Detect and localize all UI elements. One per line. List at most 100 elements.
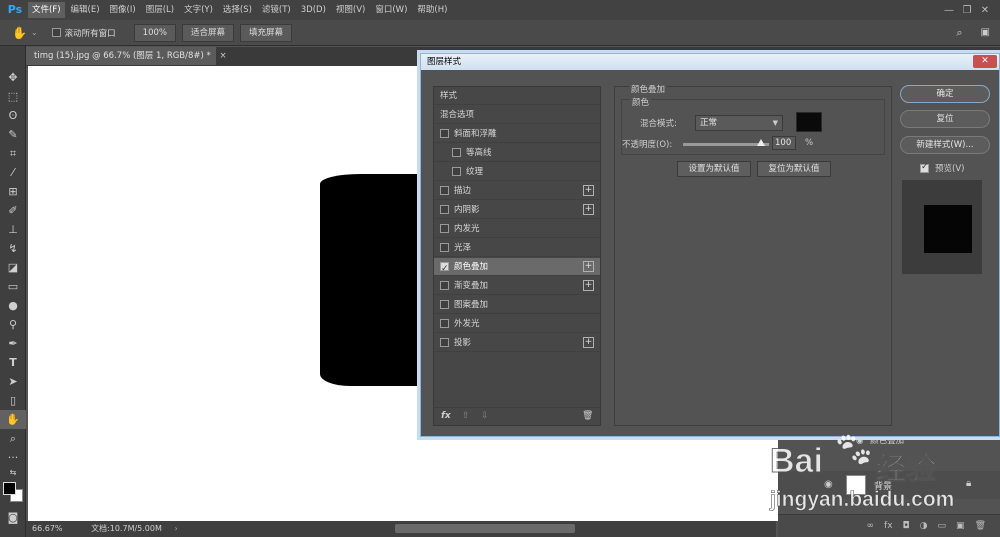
trash-icon[interactable]: 🗑 bbox=[582, 411, 593, 421]
dodge-tool-icon[interactable]: ⚲ bbox=[0, 315, 26, 334]
minimize-icon[interactable]: — bbox=[940, 5, 958, 16]
style-item[interactable]: 外发光 bbox=[434, 315, 600, 333]
dialog-title-bar[interactable]: 图层样式 bbox=[421, 54, 999, 70]
style-checkbox[interactable] bbox=[440, 281, 449, 290]
clone-stamp-tool-icon[interactable]: ⊥ bbox=[0, 220, 26, 239]
style-checkbox[interactable] bbox=[452, 167, 461, 176]
hand-tool-icon[interactable]: ✋ bbox=[12, 26, 27, 40]
style-item[interactable]: 光泽 bbox=[434, 239, 600, 257]
path-selection-tool-icon[interactable]: ➤ bbox=[0, 372, 26, 391]
style-checkbox[interactable] bbox=[440, 129, 449, 138]
style-checkbox[interactable] bbox=[440, 243, 449, 252]
brush-tool-icon[interactable]: ✐ bbox=[0, 201, 26, 220]
zoom-tool-icon[interactable]: ⌕ bbox=[0, 429, 26, 448]
add-instance-icon[interactable]: + bbox=[583, 204, 594, 215]
add-instance-icon[interactable]: + bbox=[583, 337, 594, 348]
workspace-icon[interactable]: ▣ bbox=[981, 27, 990, 38]
style-item[interactable]: 斜面和浮雕 bbox=[434, 125, 600, 143]
style-item[interactable]: 内发光 bbox=[434, 220, 600, 238]
fit-screen-button[interactable]: 适合屏幕 bbox=[181, 23, 234, 42]
fx-icon[interactable]: fx bbox=[441, 411, 451, 421]
style-item[interactable]: 纹理 bbox=[434, 163, 600, 181]
gradient-tool-icon[interactable]: ▭ bbox=[0, 277, 26, 296]
delete-layer-icon[interactable]: 🗑 bbox=[975, 521, 986, 531]
menu-edit[interactable]: 编辑(E) bbox=[67, 2, 104, 18]
pen-tool-icon[interactable]: ✒ bbox=[0, 334, 26, 353]
menu-layer[interactable]: 图层(L) bbox=[142, 2, 178, 18]
rectangle-tool-icon[interactable]: ▯ bbox=[0, 391, 26, 410]
style-item[interactable]: 颜色叠加 + bbox=[434, 258, 600, 278]
dialog-close-button[interactable]: ✕ bbox=[973, 55, 997, 68]
restore-icon[interactable]: ❐ bbox=[958, 5, 976, 16]
scroll-all-windows-option[interactable]: 滚动所有窗口 bbox=[51, 27, 116, 39]
add-instance-icon[interactable]: + bbox=[583, 261, 594, 272]
quick-select-tool-icon[interactable]: ✎ bbox=[0, 125, 26, 144]
menu-view[interactable]: 视图(V) bbox=[332, 2, 369, 18]
hand-tool-icon[interactable]: ✋ bbox=[0, 410, 26, 429]
quick-mask-icon[interactable]: ◙ bbox=[0, 508, 26, 527]
scroll-all-windows-checkbox[interactable] bbox=[51, 28, 61, 37]
eyedropper-tool-icon[interactable]: ⁄ bbox=[0, 163, 26, 182]
style-checkbox[interactable] bbox=[440, 260, 449, 278]
zoom-100-button[interactable]: 100% bbox=[133, 23, 176, 42]
eye-icon[interactable]: ◉ bbox=[824, 479, 833, 490]
menu-image[interactable]: 图像(I) bbox=[106, 2, 140, 18]
style-checkbox[interactable] bbox=[440, 338, 449, 347]
style-checkbox[interactable] bbox=[440, 186, 449, 195]
eraser-tool-icon[interactable]: ◪ bbox=[0, 258, 26, 277]
menu-filter[interactable]: 滤镜(T) bbox=[258, 2, 295, 18]
style-item[interactable]: 内阴影 + bbox=[434, 201, 600, 219]
style-checkbox[interactable] bbox=[440, 300, 449, 309]
more-tools-icon[interactable]: ··· bbox=[0, 448, 26, 467]
menu-3d[interactable]: 3D(D) bbox=[297, 2, 330, 18]
styles-header[interactable]: 样式 bbox=[434, 87, 600, 105]
lasso-tool-icon[interactable]: ʘ bbox=[0, 106, 26, 125]
add-style-icon[interactable]: fx bbox=[884, 521, 893, 531]
style-checkbox[interactable] bbox=[440, 224, 449, 233]
add-instance-icon[interactable]: + bbox=[583, 280, 594, 291]
new-layer-icon[interactable]: ▣ bbox=[956, 521, 965, 531]
eye-icon[interactable]: ◉ bbox=[856, 436, 863, 446]
document-close-icon[interactable]: × bbox=[220, 51, 227, 61]
menu-window[interactable]: 窗口(W) bbox=[371, 2, 411, 18]
horizontal-scrollbar[interactable] bbox=[395, 524, 575, 533]
menu-select[interactable]: 选择(S) bbox=[219, 2, 256, 18]
chevron-down-icon[interactable]: ⌄ bbox=[31, 28, 38, 37]
search-icon[interactable]: ⌕ bbox=[956, 26, 962, 40]
move-down-icon[interactable]: ⇩ bbox=[481, 411, 489, 421]
new-group-icon[interactable]: ▭ bbox=[938, 521, 947, 531]
style-item[interactable]: 等高线 bbox=[434, 144, 600, 162]
blend-options-item[interactable]: 混合选项 bbox=[434, 106, 600, 124]
opacity-slider[interactable] bbox=[683, 139, 769, 146]
menu-help[interactable]: 帮助(H) bbox=[413, 2, 451, 18]
preview-checkbox[interactable] bbox=[920, 162, 929, 173]
style-checkbox[interactable] bbox=[440, 205, 449, 214]
menu-type[interactable]: 文字(Y) bbox=[180, 2, 217, 18]
make-default-button[interactable]: 设置为默认值 bbox=[677, 161, 751, 177]
opacity-slider-thumb[interactable] bbox=[757, 139, 765, 146]
ok-button[interactable]: 确定 bbox=[900, 85, 990, 103]
adjustment-layer-icon[interactable]: ◑ bbox=[920, 521, 928, 531]
preview-option[interactable]: 预览(V) bbox=[920, 162, 964, 174]
new-style-button[interactable]: 新建样式(W)... bbox=[900, 136, 990, 154]
blend-mode-select[interactable]: 正常 ▼ bbox=[695, 115, 783, 131]
blur-tool-icon[interactable]: ● bbox=[0, 296, 26, 315]
style-item[interactable]: 图案叠加 bbox=[434, 296, 600, 314]
style-checkbox[interactable] bbox=[440, 319, 449, 328]
foreground-color-swatch[interactable] bbox=[3, 482, 16, 495]
menu-file[interactable]: 文件(F) bbox=[28, 2, 65, 18]
swap-colors-icon[interactable]: ⇆ bbox=[0, 467, 26, 479]
style-checkbox[interactable] bbox=[452, 148, 461, 157]
marquee-tool-icon[interactable]: ⬚ bbox=[0, 87, 26, 106]
reset-default-button[interactable]: 复位为默认值 bbox=[757, 161, 831, 177]
style-item[interactable]: 渐变叠加 + bbox=[434, 277, 600, 295]
fill-screen-button[interactable]: 填充屏幕 bbox=[240, 23, 293, 42]
add-mask-icon[interactable]: ◘ bbox=[903, 521, 910, 531]
style-item[interactable]: 描边 + bbox=[434, 182, 600, 200]
move-tool-icon[interactable]: ✥ bbox=[0, 68, 26, 87]
status-menu-icon[interactable]: › bbox=[174, 524, 177, 533]
color-swatch[interactable] bbox=[796, 112, 822, 132]
close-icon[interactable]: ✕ bbox=[976, 5, 994, 16]
link-layers-icon[interactable]: ∞ bbox=[867, 521, 875, 531]
history-brush-tool-icon[interactable]: ↯ bbox=[0, 239, 26, 258]
